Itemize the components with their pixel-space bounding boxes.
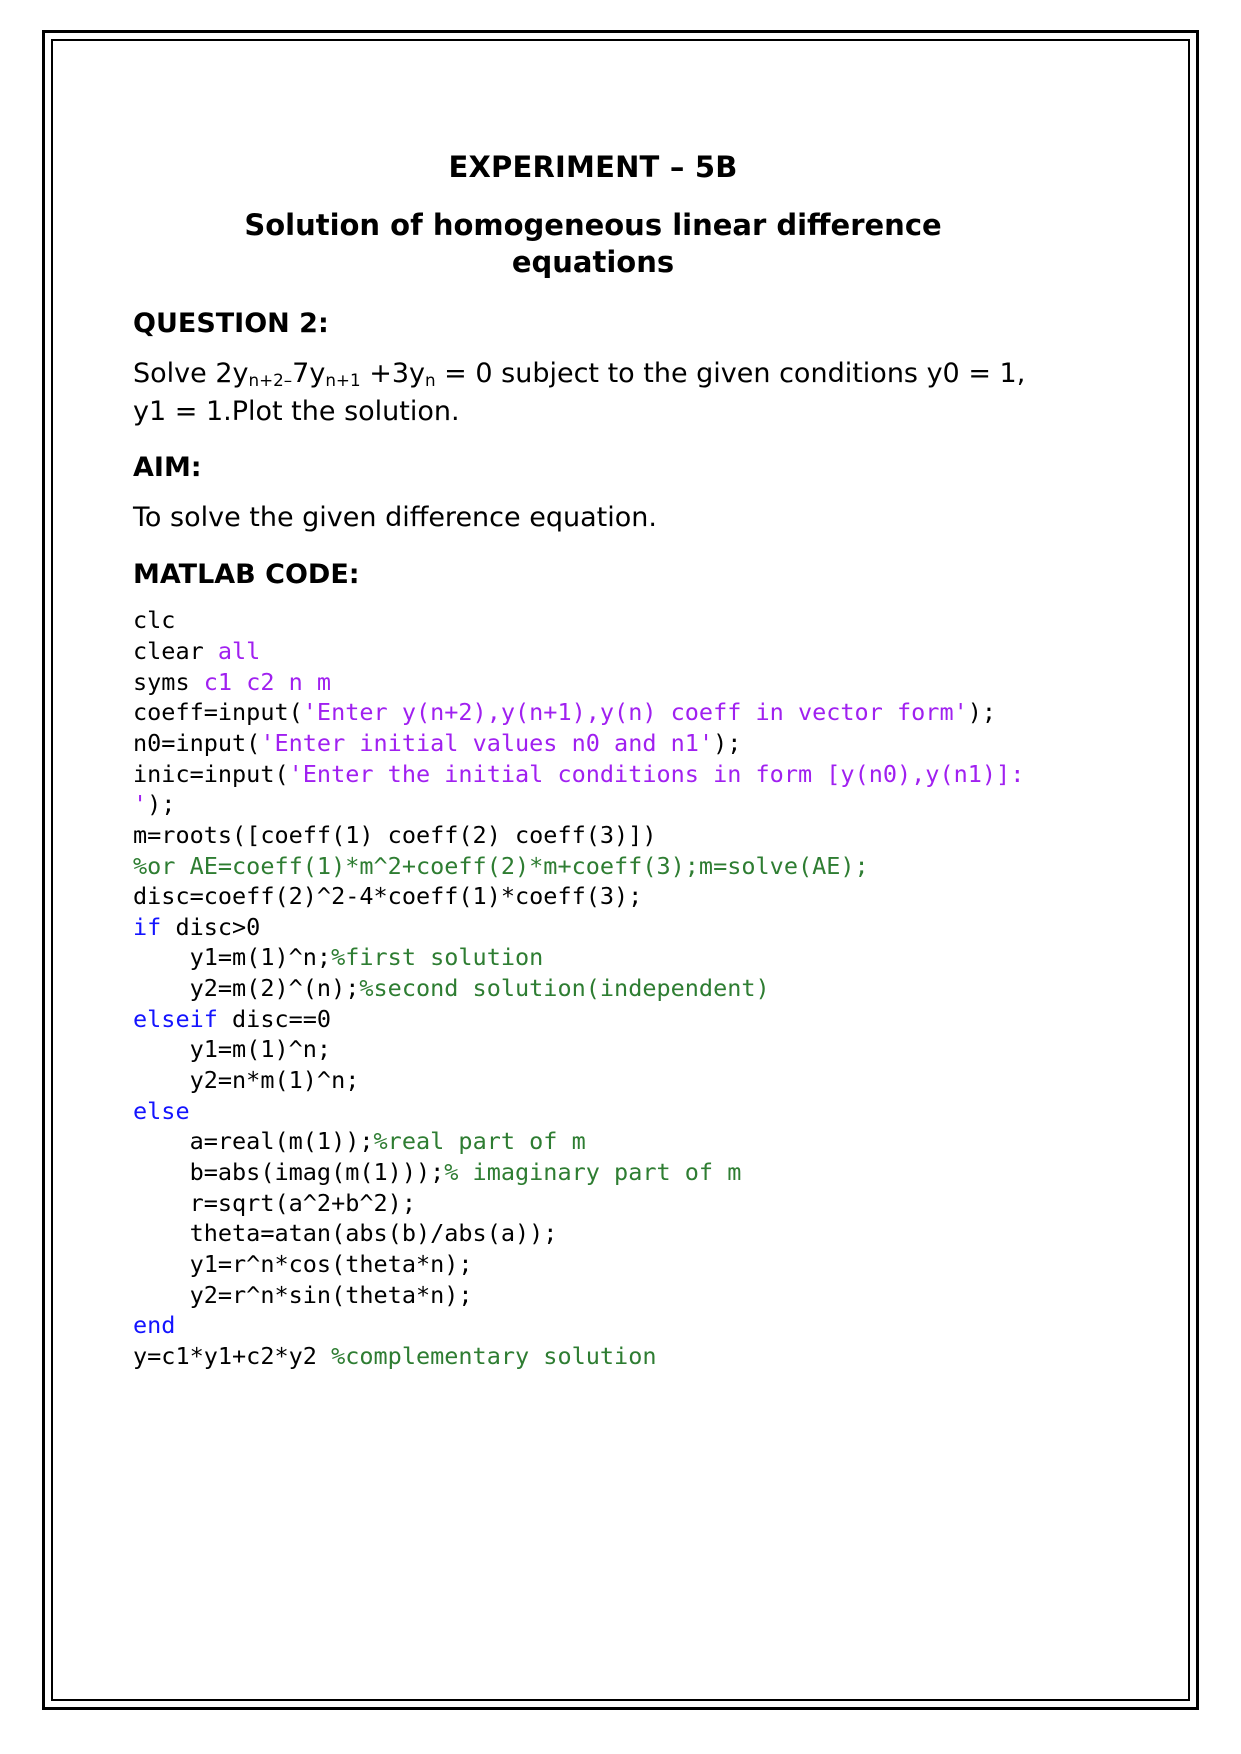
question-tail: = 0 subject to the given conditions y0 =… xyxy=(133,357,1026,428)
code-token-str: all xyxy=(217,636,261,665)
code-line: y2=n*m(1)^n; xyxy=(133,1065,1053,1096)
code-line: y2=m(2)^(n);%second solution(independent… xyxy=(133,973,1053,1004)
code-token-plain: disc>0 xyxy=(161,912,261,941)
code-line: y=c1*y1+c2*y2 %complementary solution xyxy=(133,1341,1053,1372)
question-heading: QUESTION 2: xyxy=(133,308,329,340)
code-token-plain: coeff=input( xyxy=(133,698,303,727)
code-token-str: 'Enter initial values n0 and n1' xyxy=(260,728,714,757)
code-token-com: %or AE=coeff(1)*m^2+coeff(2)*m+coeff(3);… xyxy=(133,851,869,880)
question-text: Solve 2yn+2–7yn+1 +3yn = 0 subject to th… xyxy=(133,355,1053,432)
code-token-plain: y1=m(1)^n; xyxy=(133,943,332,972)
code-line: coeff=input('Enter y(n+2),y(n+1),y(n) co… xyxy=(133,697,1053,728)
question-mid-2: +3y xyxy=(360,357,425,389)
code-token-plain: r=sqrt(a^2+b^2); xyxy=(133,1188,416,1217)
code-line: clc xyxy=(133,605,1053,636)
code-line: theta=atan(abs(b)/abs(a)); xyxy=(133,1218,1053,1249)
code-token-plain: y1=m(1)^n; xyxy=(133,1035,332,1064)
code-token-plain: inic=input( xyxy=(133,759,289,788)
code-line: clear all xyxy=(133,636,1053,667)
code-token-key: else xyxy=(133,1096,190,1125)
code-token-plain: ); xyxy=(713,728,742,757)
code-token-plain: y2=m(2)^(n); xyxy=(133,974,360,1003)
experiment-subtitle: Solution of homogeneous linear differenc… xyxy=(244,207,942,279)
code-line: r=sqrt(a^2+b^2); xyxy=(133,1188,1053,1219)
question-mid-1: 7y xyxy=(292,357,326,389)
code-token-com: %real part of m xyxy=(373,1127,586,1156)
code-token-plain: a=real(m(1)); xyxy=(133,1127,374,1156)
code-token-plain: ); xyxy=(967,698,997,727)
code-line: else xyxy=(133,1096,1053,1127)
question-subscript-1: n+2– xyxy=(248,370,293,391)
code-line: end xyxy=(133,1310,1053,1341)
code-token-plain: theta=atan(abs(b)/abs(a)); xyxy=(133,1219,558,1248)
code-token-com: %complementary solution xyxy=(331,1342,657,1370)
aim-text: To solve the given difference equation. xyxy=(133,502,657,534)
code-token-plain: clear xyxy=(133,636,218,665)
question-subscript-2: n+1 xyxy=(325,370,361,391)
code-token-plain: y=c1*y1+c2*y2 xyxy=(133,1342,332,1370)
code-token-key: end xyxy=(133,1311,176,1340)
code-token-plain: clc xyxy=(133,606,176,635)
code-token-plain: b=abs(imag(m(1))); xyxy=(133,1158,445,1187)
code-line: syms c1 c2 n m xyxy=(133,667,1053,698)
code-token-com: % imaginary part of m xyxy=(444,1158,742,1187)
aim-heading: AIM: xyxy=(133,452,202,484)
code-token-str: c1 c2 n m xyxy=(203,667,332,696)
question-prefix: Solve 2y xyxy=(133,357,249,389)
code-token-plain: syms xyxy=(133,667,204,696)
code-token-plain: disc=coeff(2)^2-4*coeff(1)*coeff(3); xyxy=(133,882,643,911)
question-subscript-3: n xyxy=(424,370,436,391)
document-page: EXPERIMENT – 5B Solution of homogeneous … xyxy=(0,0,1241,1754)
code-line: n0=input('Enter initial values n0 and n1… xyxy=(133,728,1053,759)
code-line: y1=m(1)^n;%first solution xyxy=(133,942,1053,973)
matlab-code-heading: MATLAB CODE: xyxy=(133,558,360,590)
code-token-plain: m=roots([coeff(1) coeff(2) coeff(3)]) xyxy=(133,820,657,849)
code-line: y2=r^n*sin(theta*n); xyxy=(133,1280,1053,1311)
code-line: if disc>0 xyxy=(133,912,1053,943)
code-token-str: 'Enter y(n+2),y(n+1),y(n) coeff in vecto… xyxy=(302,698,968,727)
code-line: a=real(m(1));%real part of m xyxy=(133,1126,1053,1157)
code-line: b=abs(imag(m(1)));% imaginary part of m xyxy=(133,1157,1053,1188)
code-token-key: elseif xyxy=(133,1004,218,1033)
code-token-plain: ); xyxy=(147,790,176,819)
code-token-plain: y1=r^n*cos(theta*n); xyxy=(133,1250,473,1279)
matlab-code-block: clc clear all syms c1 c2 n m coeff=input('E… xyxy=(133,605,1053,1371)
code-line: disc=coeff(2)^2-4*coeff(1)*coeff(3); xyxy=(133,881,1053,912)
code-token-plain: disc==0 xyxy=(217,1004,332,1033)
code-line: y1=m(1)^n; xyxy=(133,1034,1053,1065)
code-token-com: %second solution(independent) xyxy=(359,974,770,1003)
code-line: y1=r^n*cos(theta*n); xyxy=(133,1249,1053,1280)
code-line: m=roots([coeff(1) coeff(2) coeff(3)]) xyxy=(133,820,1053,851)
code-line: %or AE=coeff(1)*m^2+coeff(2)*m+coeff(3);… xyxy=(133,851,1053,882)
experiment-title: EXPERIMENT – 5B xyxy=(448,150,738,184)
code-token-com: %first solution xyxy=(331,943,544,972)
code-token-plain: y2=n*m(1)^n; xyxy=(133,1066,360,1095)
page-content: EXPERIMENT – 5B Solution of homogeneous … xyxy=(133,150,1053,1372)
code-line: inic=input('Enter the initial conditions… xyxy=(133,759,1053,820)
code-token-key: if xyxy=(133,912,162,941)
code-token-plain: y2=r^n*sin(theta*n); xyxy=(133,1280,473,1309)
code-token-plain: n0=input( xyxy=(133,728,261,757)
code-line: elseif disc==0 xyxy=(133,1004,1053,1035)
